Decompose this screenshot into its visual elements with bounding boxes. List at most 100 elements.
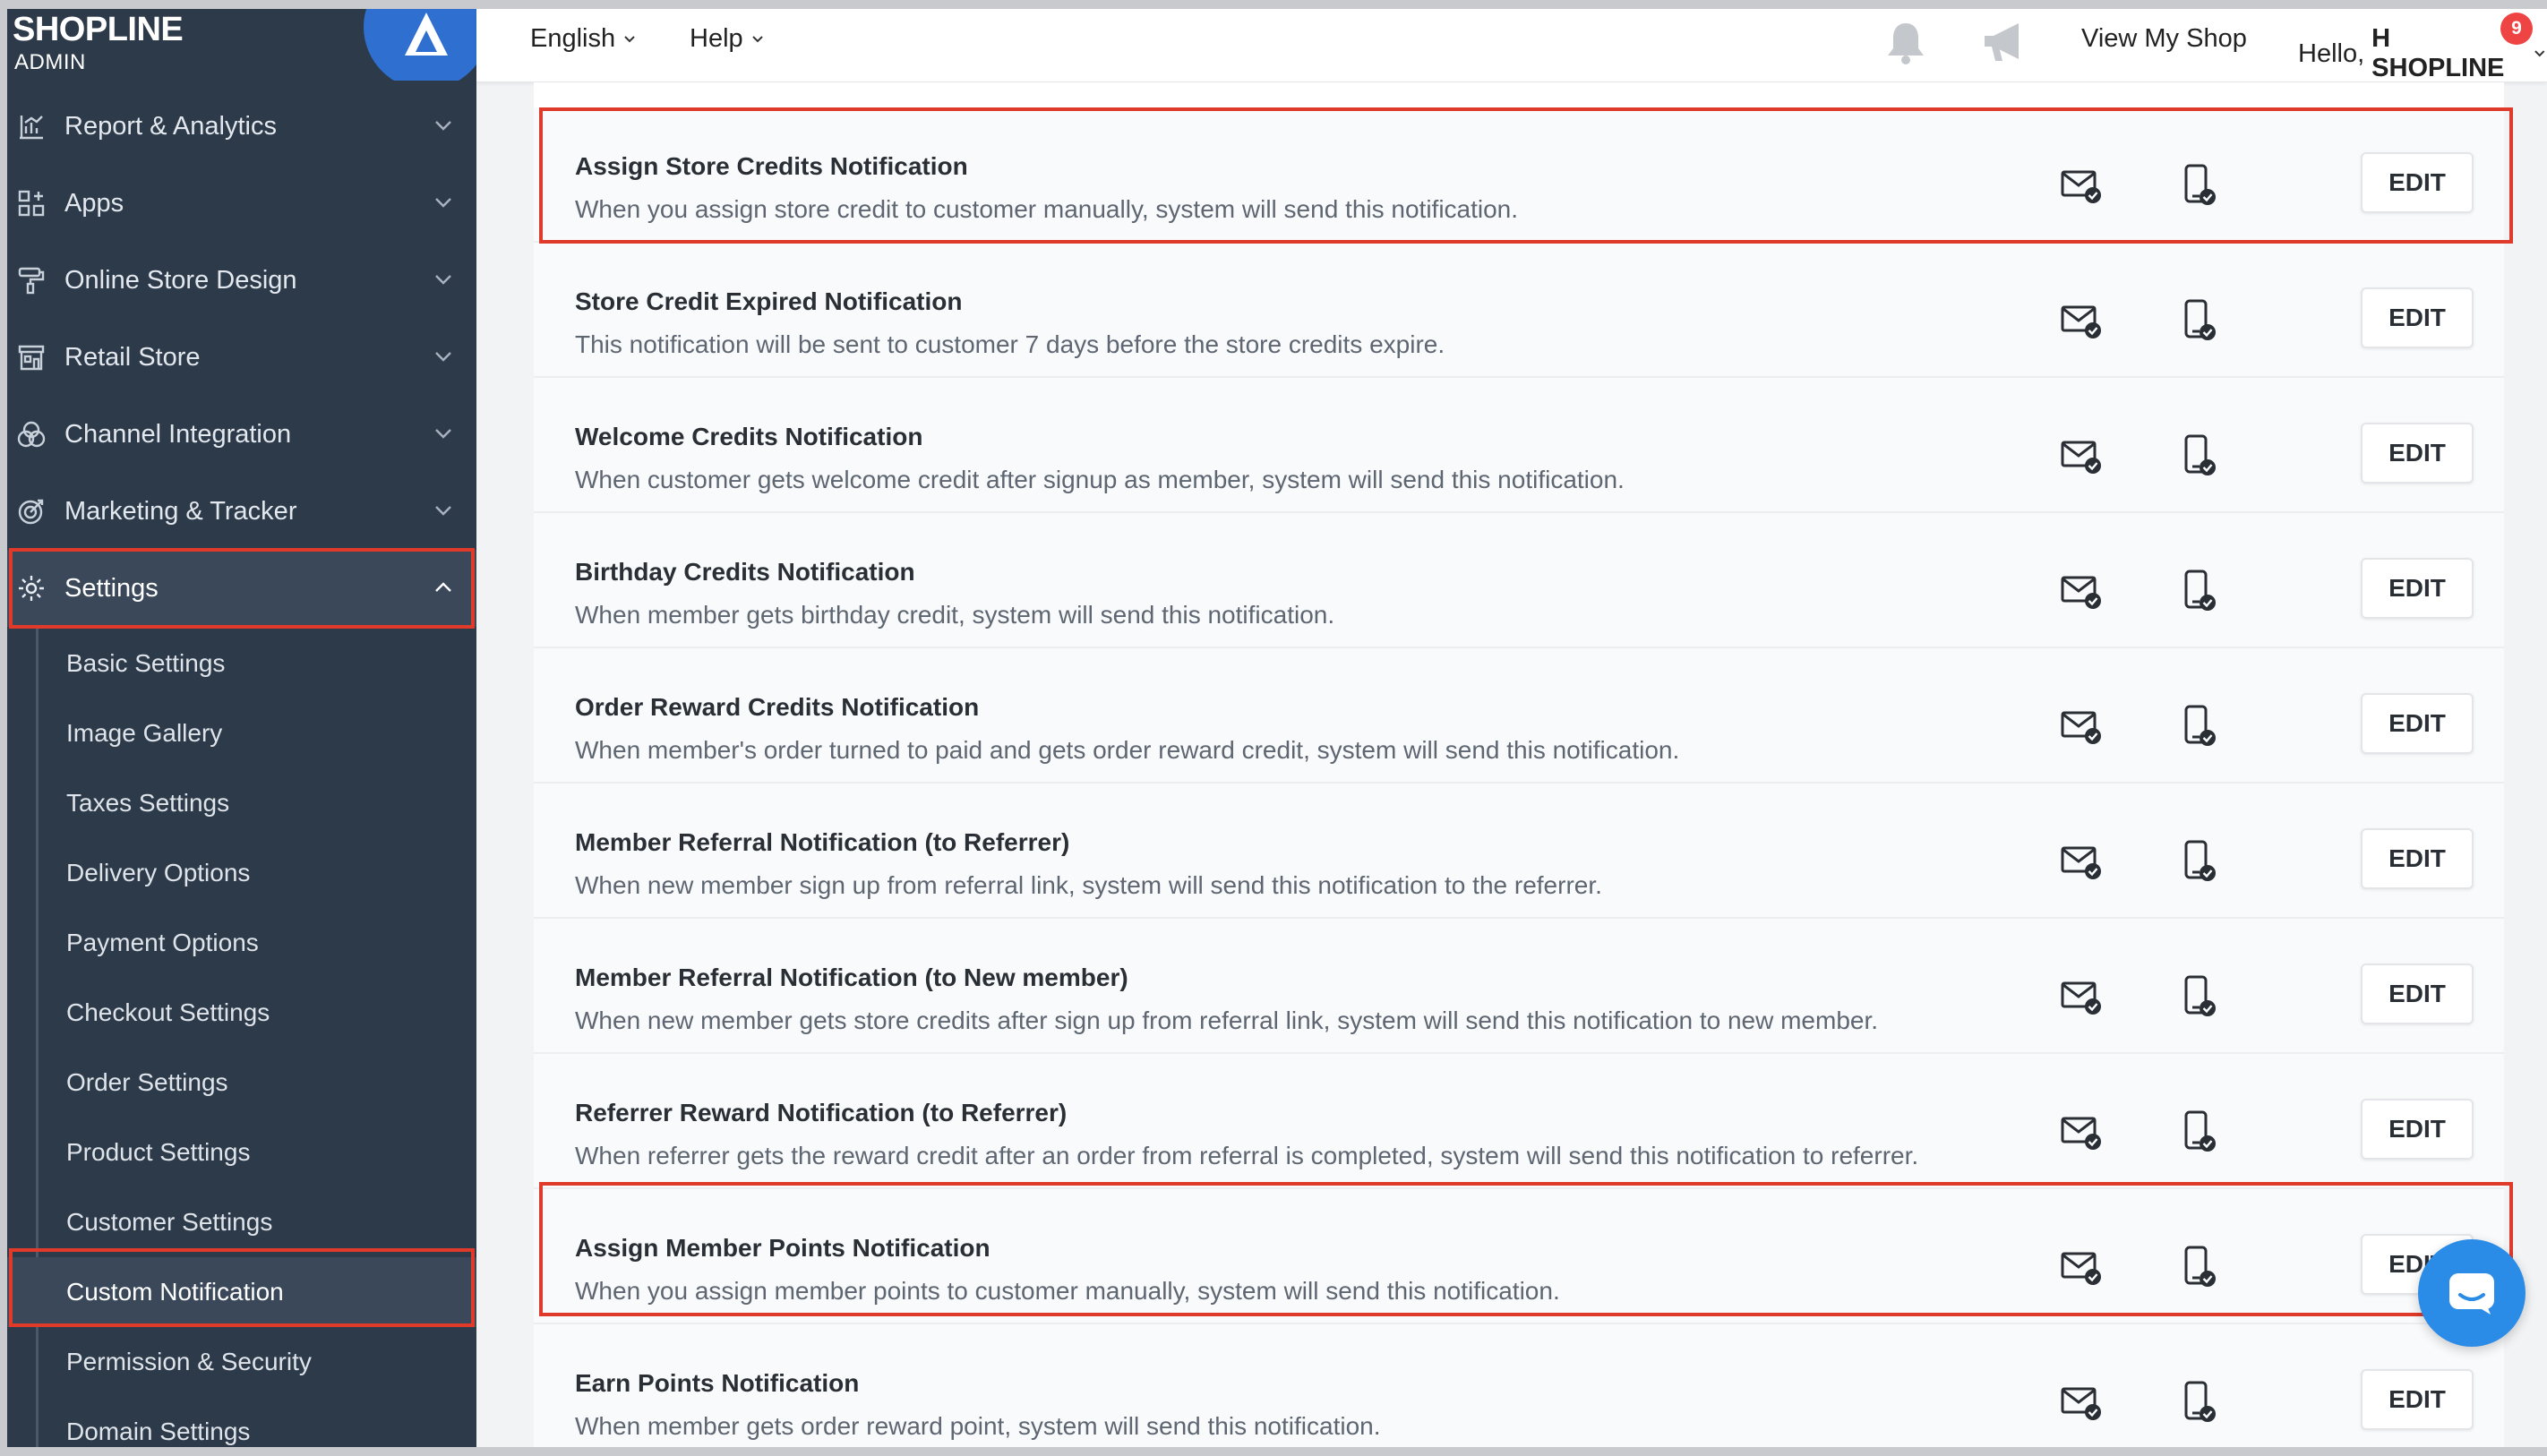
submenu-item-basic-settings[interactable]: Basic Settings	[0, 629, 476, 698]
chart-icon	[16, 111, 47, 141]
submenu-item-order-settings[interactable]: Order Settings	[0, 1048, 476, 1118]
edit-button[interactable]: EDIT	[2361, 828, 2474, 889]
sms-enabled-icon[interactable]	[2182, 1245, 2217, 1289]
sms-enabled-icon[interactable]	[2182, 569, 2217, 613]
sidebar-item-channel-integration[interactable]: Channel Integration	[0, 396, 476, 473]
email-enabled-icon[interactable]	[2060, 167, 2103, 206]
gear-icon	[16, 573, 47, 604]
settings-submenu: Basic Settings Image Gallery Taxes Setti…	[0, 629, 476, 1456]
submenu-item-product-settings[interactable]: Product Settings	[0, 1118, 476, 1187]
notification-row: Member Referral Notification (to New mem…	[534, 919, 2504, 1054]
megaphone-icon[interactable]	[1979, 20, 2033, 66]
chevron-down-icon	[435, 352, 451, 362]
email-enabled-icon[interactable]	[2060, 707, 2103, 747]
notification-row: Member Referral Notification (to Referre…	[534, 784, 2504, 919]
language-selector[interactable]: English	[530, 24, 637, 54]
edit-button[interactable]: EDIT	[2361, 152, 2474, 213]
email-enabled-icon[interactable]	[2060, 843, 2103, 882]
notification-title: Order Reward Credits Notification	[575, 693, 980, 721]
sms-enabled-icon[interactable]	[2182, 1109, 2217, 1154]
chat-support-button[interactable]	[2418, 1239, 2526, 1347]
sidebar: SHOPLINE ADMIN Report & Analytics Apps O…	[0, 0, 476, 1456]
submenu-item-payment-options[interactable]: Payment Options	[0, 908, 476, 978]
sidebar-item-online-store-design[interactable]: Online Store Design	[0, 242, 476, 319]
notification-title: Birthday Credits Notification	[575, 558, 915, 586]
edit-button[interactable]: EDIT	[2361, 1099, 2474, 1160]
sidebar-item-label: Online Store Design	[64, 265, 297, 295]
submenu-item-delivery-options[interactable]: Delivery Options	[0, 838, 476, 908]
sidebar-item-label: Marketing & Tracker	[64, 496, 297, 526]
edit-button[interactable]: EDIT	[2361, 1369, 2474, 1430]
announcement-count-badge: 9	[2500, 13, 2533, 45]
sms-enabled-icon[interactable]	[2182, 163, 2217, 208]
sms-enabled-icon[interactable]	[2182, 704, 2217, 749]
submenu-item-image-gallery[interactable]: Image Gallery	[0, 698, 476, 768]
sidebar-item-marketing-tracker[interactable]: Marketing & Tracker	[0, 473, 476, 550]
brand-logo-icon	[364, 0, 476, 81]
chevron-down-icon	[2534, 50, 2545, 57]
store-icon	[16, 342, 47, 373]
notification-description: When referrer gets the reward credit aft…	[575, 1142, 1919, 1169]
edit-button[interactable]: EDIT	[2361, 964, 2474, 1024]
chevron-down-icon	[435, 429, 451, 439]
help-menu[interactable]: Help	[690, 24, 765, 54]
window-frame-bottom	[0, 1447, 2547, 1456]
notification-description: When new member gets store credits after…	[575, 1006, 1879, 1034]
notification-description: When customer gets welcome credit after …	[575, 466, 1625, 493]
notification-title: Store Credit Expired Notification	[575, 287, 963, 315]
email-enabled-icon[interactable]	[2060, 978, 2103, 1017]
sidebar-item-apps[interactable]: Apps	[0, 165, 476, 242]
notification-description: When member's order turned to paid and g…	[575, 736, 1680, 764]
email-enabled-icon[interactable]	[2060, 572, 2103, 612]
chevron-up-icon	[435, 582, 451, 592]
channels-icon	[16, 419, 47, 450]
notification-description: When you assign store credit to customer…	[575, 195, 1519, 223]
notification-description: This notification will be sent to custom…	[575, 330, 1445, 358]
chevron-down-icon	[435, 121, 451, 131]
language-label: English	[530, 24, 616, 53]
notification-row: Assign Member Points Notification When yo…	[534, 1189, 2504, 1324]
submenu-item-customer-settings[interactable]: Customer Settings	[0, 1187, 476, 1257]
email-enabled-icon[interactable]	[2060, 302, 2103, 341]
apps-grid-icon	[16, 188, 47, 218]
view-my-shop-link[interactable]: View My Shop	[2081, 24, 2247, 54]
notification-row: Order Reward Credits Notification When me…	[534, 648, 2504, 784]
edit-button[interactable]: EDIT	[2361, 693, 2474, 754]
chat-icon	[2449, 1273, 2494, 1315]
sms-enabled-icon[interactable]	[2182, 839, 2217, 884]
chevron-down-icon	[624, 35, 635, 42]
sidebar-item-label: Channel Integration	[64, 419, 292, 449]
chevron-down-icon	[435, 198, 451, 208]
sidebar-item-label: Retail Store	[64, 342, 201, 372]
email-enabled-icon[interactable]	[2060, 437, 2103, 476]
bell-icon[interactable]	[1882, 18, 1929, 66]
chevron-down-icon	[751, 35, 763, 42]
notification-description: When member gets birthday credit, system…	[575, 601, 1335, 629]
sms-enabled-icon[interactable]	[2182, 1380, 2217, 1425]
brand[interactable]: SHOPLINE ADMIN	[13, 0, 476, 81]
sms-enabled-icon[interactable]	[2182, 974, 2217, 1019]
notification-title: Assign Member Points Notification	[575, 1234, 990, 1262]
submenu-item-custom-notification[interactable]: Custom Notification	[0, 1257, 476, 1327]
email-enabled-icon[interactable]	[2060, 1113, 2103, 1152]
sidebar-item-report-analytics[interactable]: Report & Analytics	[0, 88, 476, 165]
chevron-down-icon	[435, 275, 451, 285]
submenu-item-taxes-settings[interactable]: Taxes Settings	[0, 768, 476, 838]
sms-enabled-icon[interactable]	[2182, 298, 2217, 343]
submenu-item-permission-security[interactable]: Permission & Security	[0, 1327, 476, 1397]
sidebar-item-retail-store[interactable]: Retail Store	[0, 319, 476, 396]
sidebar-item-settings[interactable]: Settings	[0, 550, 476, 627]
sms-enabled-icon[interactable]	[2182, 433, 2217, 478]
email-enabled-icon[interactable]	[2060, 1383, 2103, 1423]
edit-button[interactable]: EDIT	[2361, 287, 2474, 348]
submenu-item-checkout-settings[interactable]: Checkout Settings	[0, 978, 476, 1048]
edit-button[interactable]: EDIT	[2361, 423, 2474, 484]
sidebar-item-label: Report & Analytics	[64, 111, 277, 141]
email-enabled-icon[interactable]	[2060, 1248, 2103, 1288]
notification-title: Referrer Reward Notification (to Referre…	[575, 1099, 1068, 1126]
notification-row: Welcome Credits Notification When custome…	[534, 378, 2504, 513]
help-label: Help	[690, 24, 743, 53]
edit-button[interactable]: EDIT	[2361, 558, 2474, 619]
notification-description: When member gets order reward point, sys…	[575, 1412, 1381, 1440]
brand-sub: ADMIN	[14, 50, 86, 74]
